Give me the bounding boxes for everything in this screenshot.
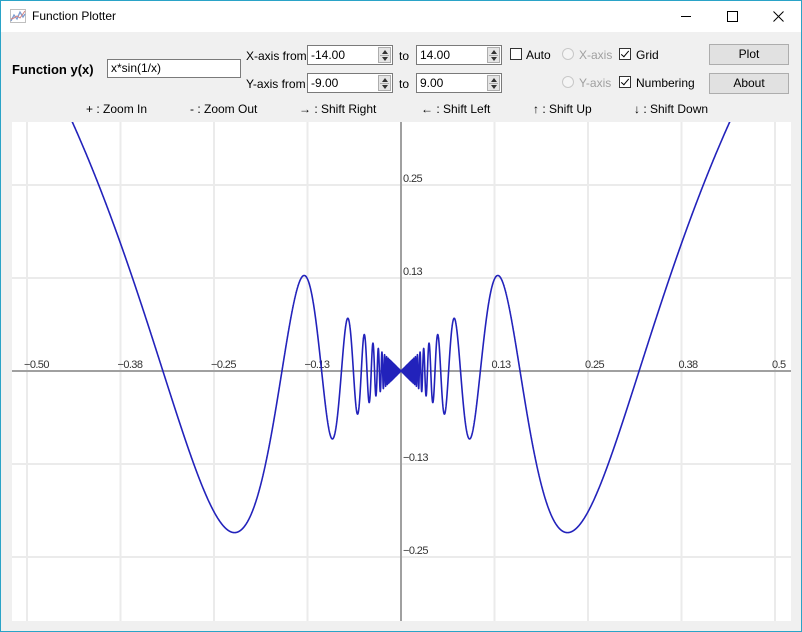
hint-zoom-in: + : Zoom In (86, 102, 148, 116)
minimize-icon (681, 16, 691, 17)
window-title: Function Plotter (32, 9, 117, 23)
arrow-down-icon[interactable] (491, 85, 497, 89)
arrow-down-icon[interactable] (382, 57, 388, 61)
auto-checkbox[interactable] (510, 48, 522, 60)
maximize-button[interactable] (709, 1, 755, 32)
function-input[interactable]: x*sin(1/x) (107, 59, 241, 78)
x-to-value: 14.00 (420, 48, 451, 62)
x-from-value: -14.00 (311, 48, 346, 62)
arrow-up-icon[interactable] (382, 50, 388, 54)
title-bar: Function Plotter (1, 1, 801, 32)
grid-checkbox[interactable] (619, 48, 631, 60)
arrow-up-icon[interactable] (491, 78, 497, 82)
x-tick-label: 0.25 (585, 359, 604, 371)
x-tick-label: 0.5 (772, 359, 786, 371)
arrow-up-icon[interactable] (382, 78, 388, 82)
grid-label: Grid (636, 48, 659, 62)
y-to-label: to (399, 77, 410, 91)
arrow-down-icon[interactable] (491, 57, 497, 61)
hint-zoom-out: - : Zoom Out (190, 102, 258, 116)
y-from-stepper[interactable] (378, 75, 391, 91)
y-from-value: -9.00 (311, 76, 339, 90)
y-from-spinbox[interactable]: -9.00 (307, 73, 393, 93)
numbering-checkbox[interactable] (619, 76, 631, 88)
y-to-spinbox[interactable]: 9.00 (416, 73, 502, 93)
x-tick-label: −0.25 (211, 359, 236, 371)
hint-shift-up: ↑ : Shift Up (533, 102, 592, 116)
close-icon (772, 11, 784, 22)
x-axis-label: X-axis (579, 48, 613, 62)
y-axis-radio[interactable] (562, 76, 574, 88)
x-tick-label: −0.13 (305, 359, 330, 371)
plot-area[interactable]: −0.50 −0.38 −0.25 −0.13 0.13 0.25 0.38 0.5 0.25 0… (12, 122, 791, 621)
x-tick-label: −0.50 (24, 359, 49, 371)
about-button[interactable]: About (709, 73, 789, 94)
y-to-stepper[interactable] (487, 75, 500, 91)
function-label: Function y(x) (12, 62, 94, 77)
x-axis-radio[interactable] (562, 48, 574, 60)
plot-button[interactable]: Plot (709, 44, 789, 65)
hint-shift-down: ↓ : Shift Down (634, 102, 709, 116)
y-tick-label: −0.25 (403, 545, 428, 557)
y-tick-label: 0.25 (403, 173, 422, 185)
chart-line-icon (10, 9, 26, 23)
hint-shift-left: ← : Shift Left (421, 102, 491, 116)
y-from-label: Y-axis from (246, 77, 306, 91)
y-tick-label: −0.13 (403, 452, 428, 464)
y-tick-label: 0.13 (403, 266, 422, 278)
x-from-stepper[interactable] (378, 47, 391, 63)
arrow-down-icon[interactable] (382, 85, 388, 89)
x-to-stepper[interactable] (487, 47, 500, 63)
maximize-icon (726, 11, 738, 22)
x-to-label: to (399, 49, 410, 63)
x-tick-label: 0.38 (679, 359, 698, 371)
function-chart[interactable]: −0.50 −0.38 −0.25 −0.13 0.13 0.25 0.38 0.5 0.25 0… (12, 122, 791, 621)
x-from-spinbox[interactable]: -14.00 (307, 45, 393, 65)
numbering-label: Numbering (636, 76, 695, 90)
x-from-label: X-axis from (246, 49, 307, 63)
x-to-spinbox[interactable]: 14.00 (416, 45, 502, 65)
close-button[interactable] (755, 1, 801, 32)
app-window: Function Plotter Function y(x) x*sin(1/x… (0, 0, 802, 632)
minimize-button[interactable] (663, 1, 709, 32)
x-tick-label: 0.13 (492, 359, 511, 371)
hint-shift-right: → : Shift Right (299, 102, 377, 116)
y-axis-label: Y-axis (579, 76, 612, 90)
x-tick-label: −0.38 (118, 359, 143, 371)
arrow-up-icon[interactable] (491, 50, 497, 54)
y-to-value: 9.00 (420, 76, 444, 90)
auto-label: Auto (526, 48, 551, 62)
